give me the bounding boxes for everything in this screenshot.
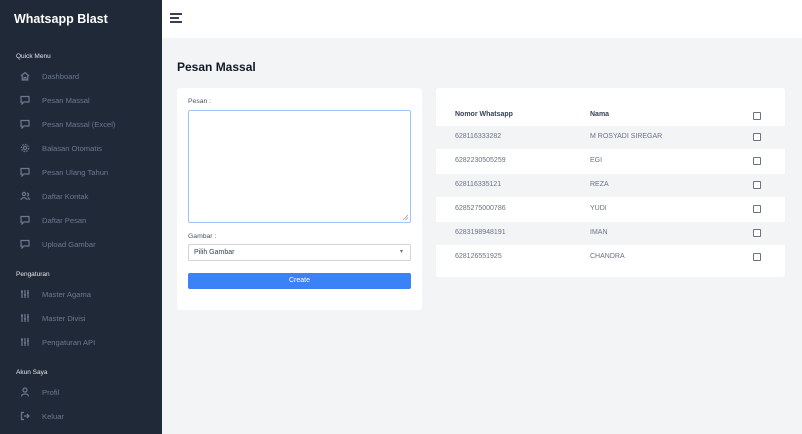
- message-icon: [19, 167, 30, 178]
- sidebar-section-quick-menu: Quick Menu: [16, 53, 51, 60]
- users-icon: [19, 191, 30, 202]
- sliders-icon: [19, 313, 30, 324]
- cell-nama: M ROSYADI SIREGAR: [590, 133, 663, 140]
- sidebar-item-pesan-massal[interactable]: Pesan Massal: [0, 88, 162, 112]
- cell-nomor: 628126551925: [455, 253, 502, 260]
- sidebar-item-keluar[interactable]: Keluar: [0, 404, 162, 428]
- row-checkbox[interactable]: [753, 229, 761, 237]
- sidebar-item-label: Dashboard: [42, 71, 80, 81]
- message-icon: [19, 239, 30, 250]
- page-title: Pesan Massal: [177, 60, 256, 74]
- table-row: 628116333282 M ROSYADI SIREGAR: [436, 126, 785, 149]
- gear-icon: [19, 143, 30, 154]
- row-checkbox[interactable]: [753, 205, 761, 213]
- row-checkbox[interactable]: [753, 157, 761, 165]
- column-header-nomor: Nomor Whatsapp: [455, 111, 513, 118]
- sidebar-item-label: Pesan Massal (Excel): [42, 119, 116, 129]
- message-icon: [19, 95, 30, 106]
- sidebar-item-pesan-ulang-tahun[interactable]: Pesan Ulang Tahun: [0, 160, 162, 184]
- sidebar-item-balasan-otomatis[interactable]: Balasan Otomatis: [0, 136, 162, 160]
- sidebar-item-label: Pesan Ulang Tahun: [42, 167, 109, 177]
- contact-table-card: Nomor Whatsapp Nama 628116333282 M ROSYA…: [436, 88, 785, 277]
- sidebar-item-dashboard[interactable]: Dashboard: [0, 64, 162, 88]
- sidebar-item-pengaturan-api[interactable]: Pengaturan API: [0, 330, 162, 354]
- table-row: 6282230505259 EGI: [436, 150, 785, 173]
- cell-nama: EGI: [590, 157, 603, 164]
- user-icon: [19, 387, 30, 398]
- sidebar-item-label: Master Agama: [42, 289, 91, 299]
- message-form-card: Pesan : Gambar : Pilih Gambar ▾ Create: [177, 88, 422, 310]
- sidebar-item-daftar-kontak[interactable]: Daftar Kontak: [0, 184, 162, 208]
- sidebar-section-akun-saya: Akun Saya: [16, 369, 48, 376]
- sliders-icon: [19, 337, 30, 348]
- sidebar-item-label: Pesan Massal: [42, 95, 90, 105]
- chevron-down-icon: ▾: [399, 249, 403, 255]
- message-label: Pesan :: [188, 98, 212, 105]
- sidebar-item-profil[interactable]: Profil: [0, 380, 162, 404]
- sidebar-item-upload-gambar[interactable]: Upload Gambar: [0, 232, 162, 256]
- cell-nama: CHANDRA: [590, 253, 625, 260]
- sliders-icon: [19, 289, 30, 300]
- cell-nomor: 6283198948191: [455, 229, 506, 236]
- message-icon: [19, 119, 30, 130]
- topbar: [162, 0, 802, 38]
- sidebar-item-master-agama[interactable]: Master Agama: [0, 282, 162, 306]
- cell-nomor: 6285275000786: [455, 205, 506, 212]
- sidebar-item-master-divisi[interactable]: Master Divisi: [0, 306, 162, 330]
- image-select[interactable]: Pilih Gambar ▾: [188, 244, 411, 261]
- sidebar-section-pengaturan: Pengaturan: [16, 271, 50, 278]
- table-row: 6283198948191 IMAN: [436, 222, 785, 245]
- message-icon: [19, 215, 30, 226]
- table-row: 6285275000786 YUDI: [436, 198, 785, 221]
- sidebar-item-label: Keluar: [42, 411, 64, 421]
- table-row: 628116335121 REZA: [436, 174, 785, 197]
- app-title: Whatsapp Blast: [14, 12, 108, 26]
- table-header: Nomor Whatsapp Nama: [436, 106, 785, 126]
- row-checkbox[interactable]: [753, 253, 761, 261]
- home-icon: [19, 71, 30, 82]
- sidebar-item-label: Profil: [42, 387, 60, 397]
- sidebar-item-label: Balasan Otomatis: [42, 143, 102, 153]
- logout-icon: [19, 411, 30, 422]
- sidebar-item-label: Pengaturan API: [42, 337, 96, 347]
- resize-handle-icon[interactable]: [402, 214, 408, 220]
- cell-nama: YUDI: [590, 205, 607, 212]
- row-checkbox[interactable]: [753, 133, 761, 141]
- cell-nomor: 6282230505259: [455, 157, 506, 164]
- sidebar-item-daftar-pesan[interactable]: Daftar Pesan: [0, 208, 162, 232]
- create-button[interactable]: Create: [188, 273, 411, 289]
- sidebar-item-pesan-massal-excel[interactable]: Pesan Massal (Excel): [0, 112, 162, 136]
- column-header-nama: Nama: [590, 111, 610, 118]
- sidebar-item-label: Master Divisi: [42, 313, 86, 323]
- image-select-value: Pilih Gambar: [194, 249, 235, 256]
- menu-toggle-icon[interactable]: [170, 13, 182, 23]
- table-row: 628126551925 CHANDRA: [436, 246, 785, 269]
- sidebar-item-label: Daftar Pesan: [42, 215, 87, 225]
- cell-nomor: 628116335121: [455, 181, 502, 188]
- sidebar: Whatsapp Blast Quick Menu Dashboard Pesa…: [0, 0, 162, 434]
- cell-nama: IMAN: [590, 229, 608, 236]
- row-checkbox[interactable]: [753, 181, 761, 189]
- image-label: Gambar :: [188, 233, 217, 240]
- sidebar-item-label: Upload Gambar: [42, 239, 96, 249]
- cell-nama: REZA: [590, 181, 609, 188]
- cell-nomor: 628116333282: [455, 133, 502, 140]
- message-textarea[interactable]: [188, 110, 411, 223]
- sidebar-item-label: Daftar Kontak: [42, 191, 89, 201]
- select-all-checkbox[interactable]: [753, 112, 761, 120]
